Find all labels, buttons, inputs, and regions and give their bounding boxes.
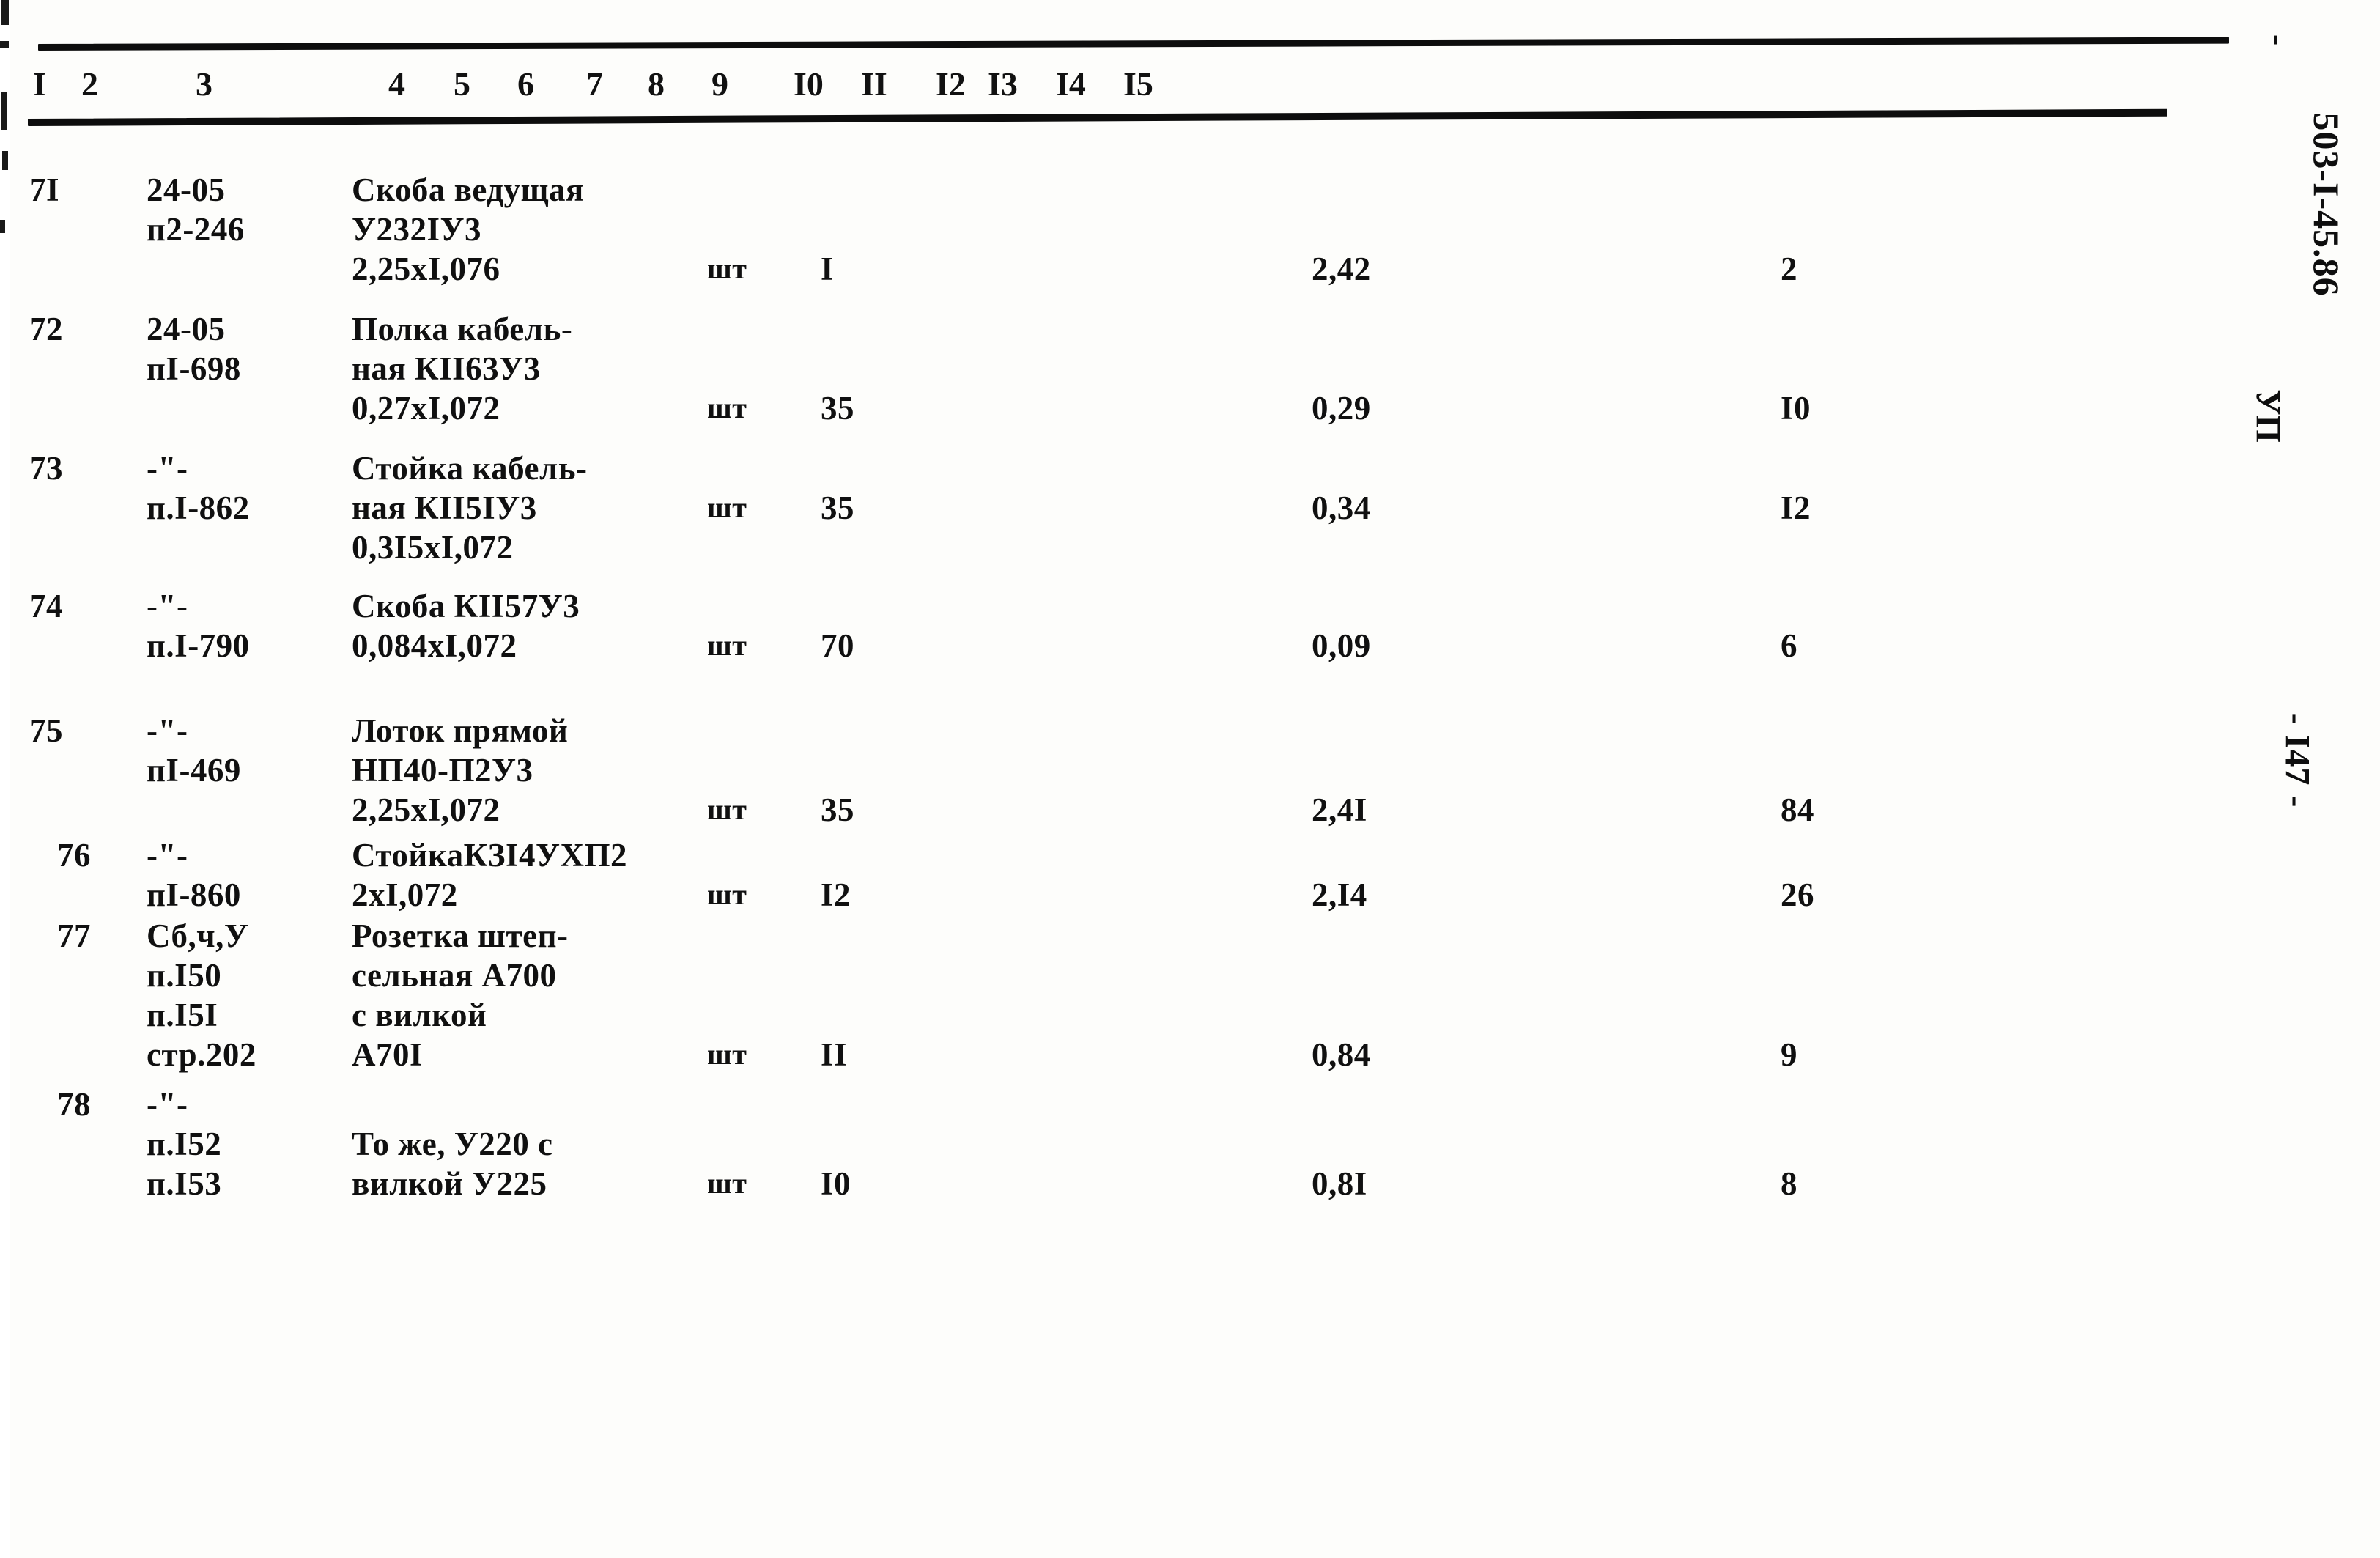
row-reference-line: п.I5I <box>147 997 218 1033</box>
row-description-line: Скоба КII57У3 <box>352 588 580 624</box>
row-description-line: НП40-П2У3 <box>352 752 533 789</box>
row-description-line: Розетка штеп- <box>352 918 569 954</box>
row-reference-line: п.I53 <box>147 1165 222 1202</box>
sheet-mark-stamp: УП <box>2248 389 2288 443</box>
row-quantity: 70 <box>821 627 854 664</box>
row-reference-line: -"- <box>147 588 188 624</box>
row-reference-line: п.I50 <box>147 957 222 994</box>
row-mass: 0,8I <box>1312 1165 1367 1202</box>
page-number-stamp: - I47 - <box>2277 712 2317 808</box>
row-mass: 0,29 <box>1312 390 1371 427</box>
row-total: 8 <box>1781 1165 1797 1202</box>
row-total: 26 <box>1781 876 1814 913</box>
row-unit: шт <box>707 391 747 424</box>
row-unit: шт <box>707 793 747 826</box>
row-mass: 2,42 <box>1312 251 1371 287</box>
row-reference-line: п.I52 <box>147 1126 222 1162</box>
row-description-line: сельная А700 <box>352 957 557 994</box>
row-description-line: А70I <box>352 1036 424 1073</box>
row-total: 2 <box>1781 251 1797 287</box>
row-mass: 0,09 <box>1312 627 1371 664</box>
row-description-line: СтойкаКЗI4УХП2 <box>352 837 628 874</box>
row-mass: 0,34 <box>1312 490 1371 526</box>
margin-tick-mark: - <box>2260 34 2298 46</box>
row-reference-line: п.I-862 <box>147 490 250 526</box>
row-unit: шт <box>707 252 747 285</box>
row-description-line: 0,084xI,072 <box>352 627 517 664</box>
row-mass: 0,84 <box>1312 1036 1371 1073</box>
row-description-line: То же, У220 с <box>352 1126 553 1162</box>
row-description-line: 0,27xI,072 <box>352 390 500 427</box>
row-reference-line: пI-860 <box>147 876 241 913</box>
row-unit: шт <box>707 491 747 524</box>
row-number: 7I <box>29 171 60 208</box>
row-quantity: 35 <box>821 490 854 526</box>
row-total: 9 <box>1781 1036 1797 1073</box>
row-description-line: Лоток прямой <box>352 712 569 749</box>
row-number: 72 <box>29 311 63 347</box>
row-description-line: Стойка кабель- <box>352 450 588 487</box>
row-description-line: Полка кабель- <box>352 311 573 347</box>
row-description-line: 2,25xI,076 <box>352 251 500 287</box>
row-reference-line: -"- <box>147 712 188 749</box>
row-mass: 2,4I <box>1312 791 1367 828</box>
row-quantity: 35 <box>821 791 854 828</box>
row-description-line: Скоба ведущая <box>352 171 584 208</box>
row-unit: шт <box>707 1167 747 1200</box>
scanned-document-page: I 2 3 4 5 6 7 8 9 I0 II I2 I3 I4 I5 7I 24-05 п2-246 Скоба… <box>0 0 2380 1558</box>
row-total: I2 <box>1781 490 1811 526</box>
row-reference-line: Сб,ч,У <box>147 918 249 954</box>
row-description-line: 2xI,072 <box>352 876 458 913</box>
row-reference-line: 24-05 <box>147 171 226 208</box>
row-quantity: 35 <box>821 390 854 427</box>
row-description-line: ная КII5IУ3 <box>352 490 537 526</box>
row-quantity: I2 <box>821 876 851 913</box>
row-reference-line: пI-469 <box>147 752 241 789</box>
row-reference-line: п.I-790 <box>147 627 250 664</box>
document-code-stamp: 503-I-45.86 <box>2306 112 2347 297</box>
row-number: 75 <box>29 712 63 749</box>
row-reference-line: -"- <box>147 450 188 487</box>
row-total: I0 <box>1781 390 1811 427</box>
row-reference-line: -"- <box>147 837 188 874</box>
row-total: 6 <box>1781 627 1797 664</box>
table-body: 7I 24-05 п2-246 Скоба ведущая У232IУ3 2,25xI,… <box>0 0 2380 1558</box>
row-reference-line: пI-698 <box>147 350 241 387</box>
row-quantity: I <box>821 251 835 287</box>
row-reference-line: п2-246 <box>147 211 245 248</box>
row-number: 78 <box>57 1086 91 1123</box>
row-reference-line: 24-05 <box>147 311 226 347</box>
row-number: 77 <box>57 918 91 954</box>
row-description-line: вилкой У225 <box>352 1165 547 1202</box>
row-unit: шт <box>707 1038 747 1071</box>
row-quantity: II <box>821 1036 848 1073</box>
row-quantity: I0 <box>821 1165 851 1202</box>
row-reference-line: -"- <box>147 1086 188 1123</box>
row-description-line: 2,25xI,072 <box>352 791 500 828</box>
row-description-line: У232IУ3 <box>352 211 482 248</box>
row-reference-line: стр.202 <box>147 1036 256 1073</box>
row-number: 76 <box>57 837 91 874</box>
row-unit: шт <box>707 629 747 662</box>
row-total: 84 <box>1781 791 1814 828</box>
row-number: 74 <box>29 588 63 624</box>
row-description-line: с вилкой <box>352 997 487 1033</box>
row-description-line: 0,3I5xI,072 <box>352 529 514 566</box>
row-description-line: ная КII63У3 <box>352 350 541 387</box>
row-unit: шт <box>707 878 747 911</box>
row-mass: 2,I4 <box>1312 876 1367 913</box>
row-number: 73 <box>29 450 63 487</box>
